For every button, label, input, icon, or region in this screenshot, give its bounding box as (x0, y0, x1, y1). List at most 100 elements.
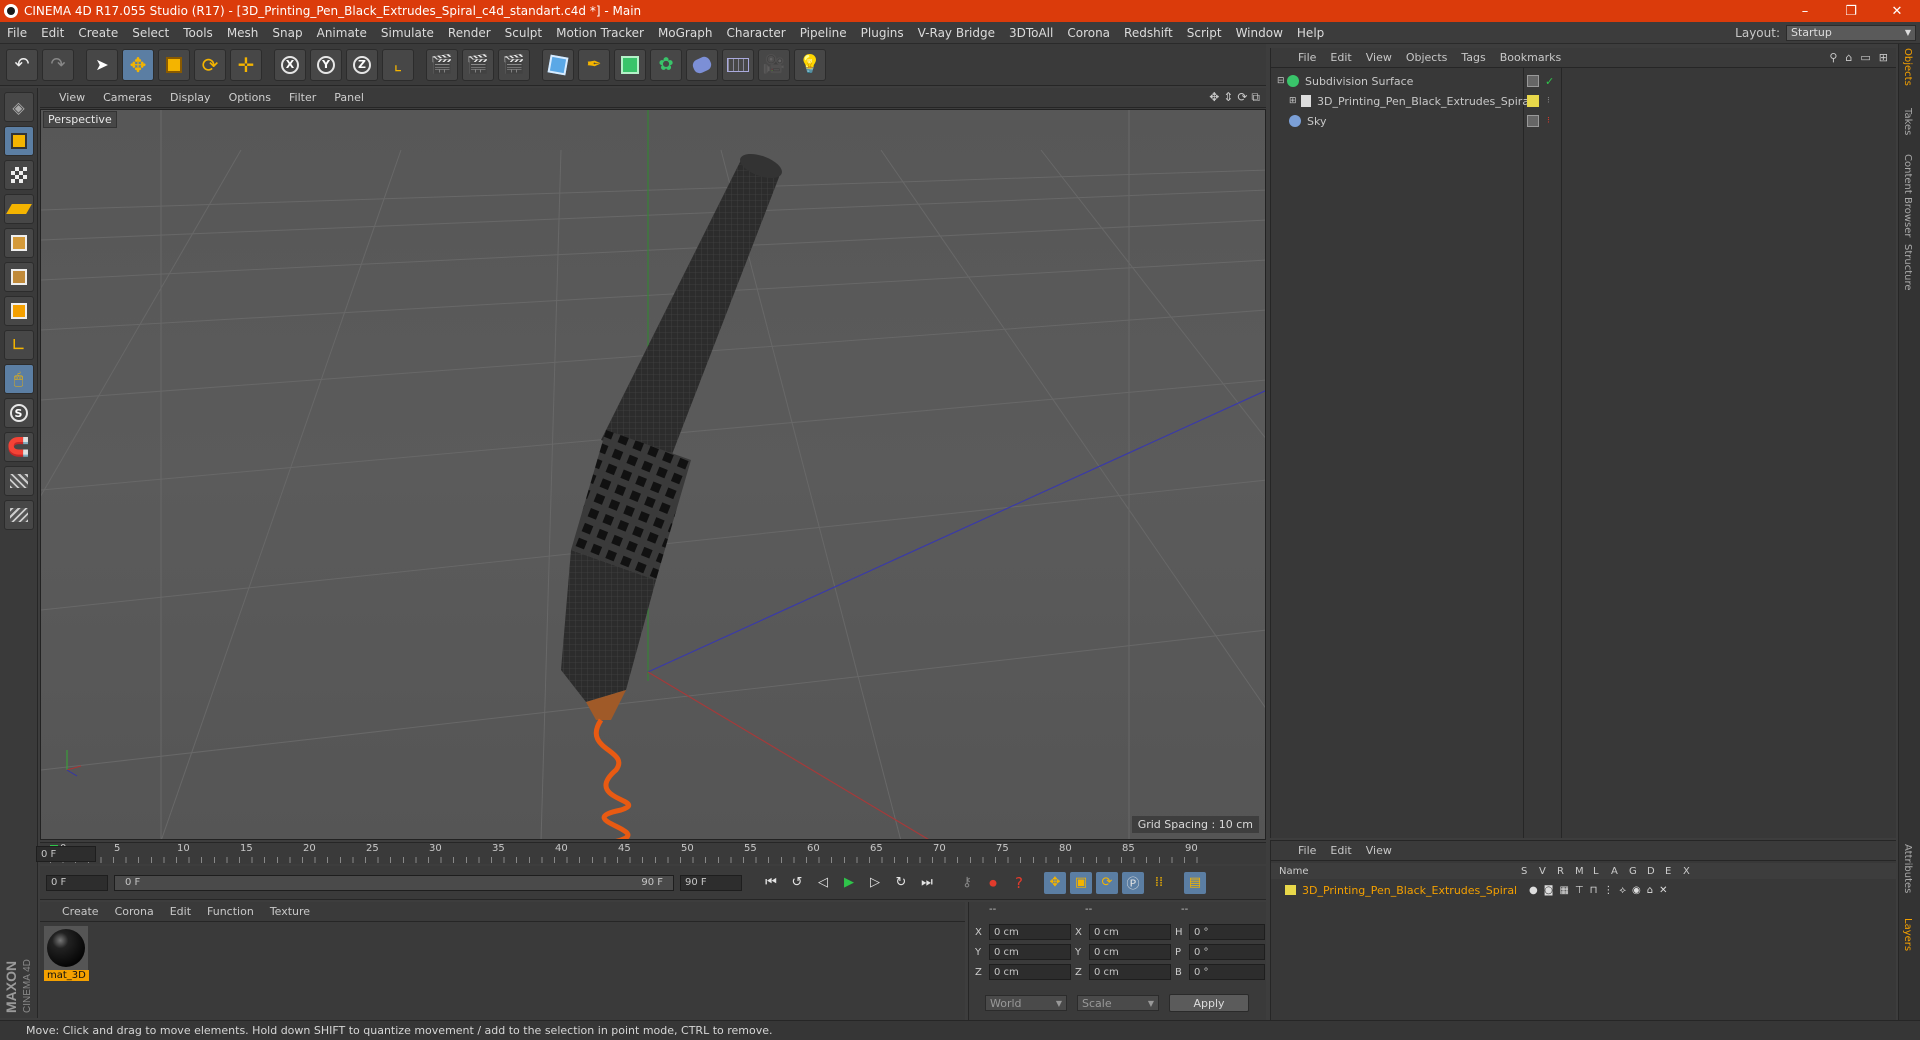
rot-b-field[interactable]: 0 ° (1189, 964, 1265, 980)
object-name[interactable]: Subdivision Surface (1305, 75, 1413, 88)
close-button[interactable]: ✕ (1874, 0, 1920, 22)
y-axis-lock-button[interactable]: Y (310, 48, 342, 81)
end-frame-field[interactable]: 90 F (680, 874, 742, 891)
undo-button[interactable]: ↶ (6, 48, 38, 81)
edges-mode-button[interactable] (3, 262, 34, 292)
object-menu-view[interactable]: View (1359, 51, 1399, 64)
object-menu-tags[interactable]: Tags (1454, 51, 1492, 64)
key-parameter-button[interactable]: Ⓟ (1122, 871, 1144, 894)
next-key-button[interactable]: ↻ (890, 872, 912, 894)
locked-workplane-button[interactable] (3, 466, 34, 496)
render-picture-viewer-button[interactable]: 🎬 (462, 48, 494, 81)
layer-menu-edit[interactable]: Edit (1323, 844, 1358, 857)
pan-view-icon[interactable]: ✥ (1209, 90, 1219, 105)
layer-color-icon[interactable] (1527, 75, 1539, 87)
go-to-end-button[interactable]: ⏭ (916, 872, 938, 894)
layer-color-swatch[interactable] (1285, 885, 1296, 895)
object-row[interactable]: Sky ⁝ (1271, 112, 1891, 130)
visibility-check-icon[interactable]: ✓ (1545, 75, 1554, 88)
key-rotation-button[interactable]: ⟳ (1096, 871, 1118, 894)
rot-p-field[interactable]: 0 ° (1189, 944, 1265, 960)
menu-help[interactable]: Help (1290, 26, 1331, 40)
start-frame-field[interactable]: 0 F (46, 874, 108, 891)
viewport-menu-view[interactable]: View (50, 91, 94, 104)
move-tool-button[interactable]: ✥ (122, 48, 154, 81)
menu-character[interactable]: Character (719, 26, 792, 40)
viewport-menu-cameras[interactable]: Cameras (94, 91, 161, 104)
transform-tool-button[interactable]: ✛ (230, 48, 262, 81)
object-row[interactable]: ⊞ 3D_Printing_Pen_Black_Extrudes_Spiral … (1271, 92, 1891, 110)
generator-icon[interactable]: ⟡ (1619, 885, 1626, 896)
keyframe-selection-button[interactable]: ? (1008, 872, 1030, 894)
size-z-field[interactable]: 0 cm (1089, 964, 1171, 980)
menu-file[interactable]: File (0, 26, 34, 40)
x-axis-lock-button[interactable]: X (274, 48, 306, 81)
object-menu-bookmarks[interactable]: Bookmarks (1493, 51, 1568, 64)
record-keys-button[interactable]: ⚷ (956, 872, 978, 894)
layer-menu-view[interactable]: View (1359, 844, 1399, 857)
menu-edit[interactable]: Edit (34, 26, 71, 40)
add-floor-button[interactable] (722, 48, 754, 81)
pos-z-field[interactable]: 0 cm (989, 964, 1071, 980)
layout-dropdown[interactable]: Startup ▼ (1786, 24, 1916, 41)
object-row[interactable]: ⊟ Subdivision Surface ✓ (1271, 72, 1891, 90)
toggle-layout-icon[interactable]: ⧉ (1251, 90, 1260, 105)
previous-key-button[interactable]: ↺ (786, 872, 808, 894)
render-view-button[interactable]: 🎬 (426, 48, 458, 81)
menu-3dtoall[interactable]: 3DToAll (1002, 26, 1060, 40)
dolly-view-icon[interactable]: ⇕ (1223, 90, 1233, 105)
timeline-ruler[interactable]: 0 5 10 15 20 25 30 35 40 45 50 55 60 65 … (36, 842, 1266, 865)
maximize-button[interactable]: ❐ (1828, 0, 1874, 22)
search-icon[interactable]: ⚲ (1829, 51, 1837, 64)
orbit-view-icon[interactable]: ⟳ (1237, 90, 1247, 105)
scale-tool-button[interactable] (158, 48, 190, 81)
model-mode-button[interactable] (3, 126, 34, 156)
add-deformer-button[interactable] (686, 48, 718, 81)
material-menu-function[interactable]: Function (199, 905, 262, 918)
menu-pipeline[interactable]: Pipeline (793, 26, 854, 40)
perspective-viewport[interactable]: Perspective Grid Spacing : 10 cm (40, 109, 1266, 840)
layer-name[interactable]: 3D_Printing_Pen_Black_Extrudes_Spiral (1302, 884, 1517, 897)
view-eye-icon[interactable]: ◙ (1544, 885, 1554, 896)
add-light-button[interactable]: 💡 (794, 48, 826, 81)
solo-dot-icon[interactable]: ● (1529, 885, 1538, 896)
tab-structure[interactable]: Structure (1902, 244, 1913, 291)
menu-create[interactable]: Create (71, 26, 125, 40)
material-menu-edit[interactable]: Edit (162, 905, 199, 918)
current-frame-field[interactable]: 0 F (36, 846, 96, 862)
deformer-icon[interactable]: ◉ (1632, 885, 1641, 896)
rot-h-field[interactable]: 0 ° (1189, 924, 1265, 940)
pos-x-field[interactable]: 0 cm (989, 924, 1071, 940)
axis-mode-button[interactable]: ∟ (3, 330, 34, 360)
polygons-mode-button[interactable] (3, 296, 34, 326)
rotate-tool-button[interactable]: ⟳ (194, 48, 226, 81)
menu-sculpt[interactable]: Sculpt (498, 26, 549, 40)
add-cloner-button[interactable]: ✿ (650, 48, 682, 81)
visibility-dots-icon[interactable]: ⁝ (1547, 96, 1550, 106)
apply-button[interactable]: Apply (1169, 994, 1249, 1012)
play-button[interactable]: ▶ (838, 872, 860, 894)
size-y-field[interactable]: 0 cm (1089, 944, 1171, 960)
frame-ruler[interactable]: 0 5 10 15 20 25 30 35 40 45 50 55 60 65 … (50, 843, 1200, 865)
key-position-button[interactable]: ✥ (1044, 871, 1066, 894)
lock-icon[interactable]: ⊓ (1590, 885, 1598, 896)
autokey-button[interactable]: ⏺ (982, 872, 1004, 894)
soft-selection-button[interactable]: S (3, 398, 34, 428)
menu-select[interactable]: Select (125, 26, 176, 40)
pos-y-field[interactable]: 0 cm (989, 944, 1071, 960)
preview-range-slider[interactable]: 0 F 90 F (114, 874, 674, 891)
menu-corona[interactable]: Corona (1060, 26, 1117, 40)
material-name[interactable]: mat_3D (44, 970, 89, 981)
viewport-menu-display[interactable]: Display (161, 91, 220, 104)
redo-button[interactable]: ↷ (42, 48, 74, 81)
menu-window[interactable]: Window (1229, 26, 1290, 40)
expand-tree-icon[interactable]: ⊞ (1289, 96, 1301, 106)
xref-icon[interactable]: ✕ (1659, 885, 1667, 896)
material-menu-create[interactable]: Create (54, 905, 107, 918)
add-subdivision-button[interactable] (614, 48, 646, 81)
menu-render[interactable]: Render (441, 26, 498, 40)
home-icon[interactable]: ⌂ (1845, 51, 1852, 64)
viewport-menu-panel[interactable]: Panel (325, 91, 373, 104)
object-menu-edit[interactable]: Edit (1323, 51, 1358, 64)
material-menu-texture[interactable]: Texture (262, 905, 318, 918)
